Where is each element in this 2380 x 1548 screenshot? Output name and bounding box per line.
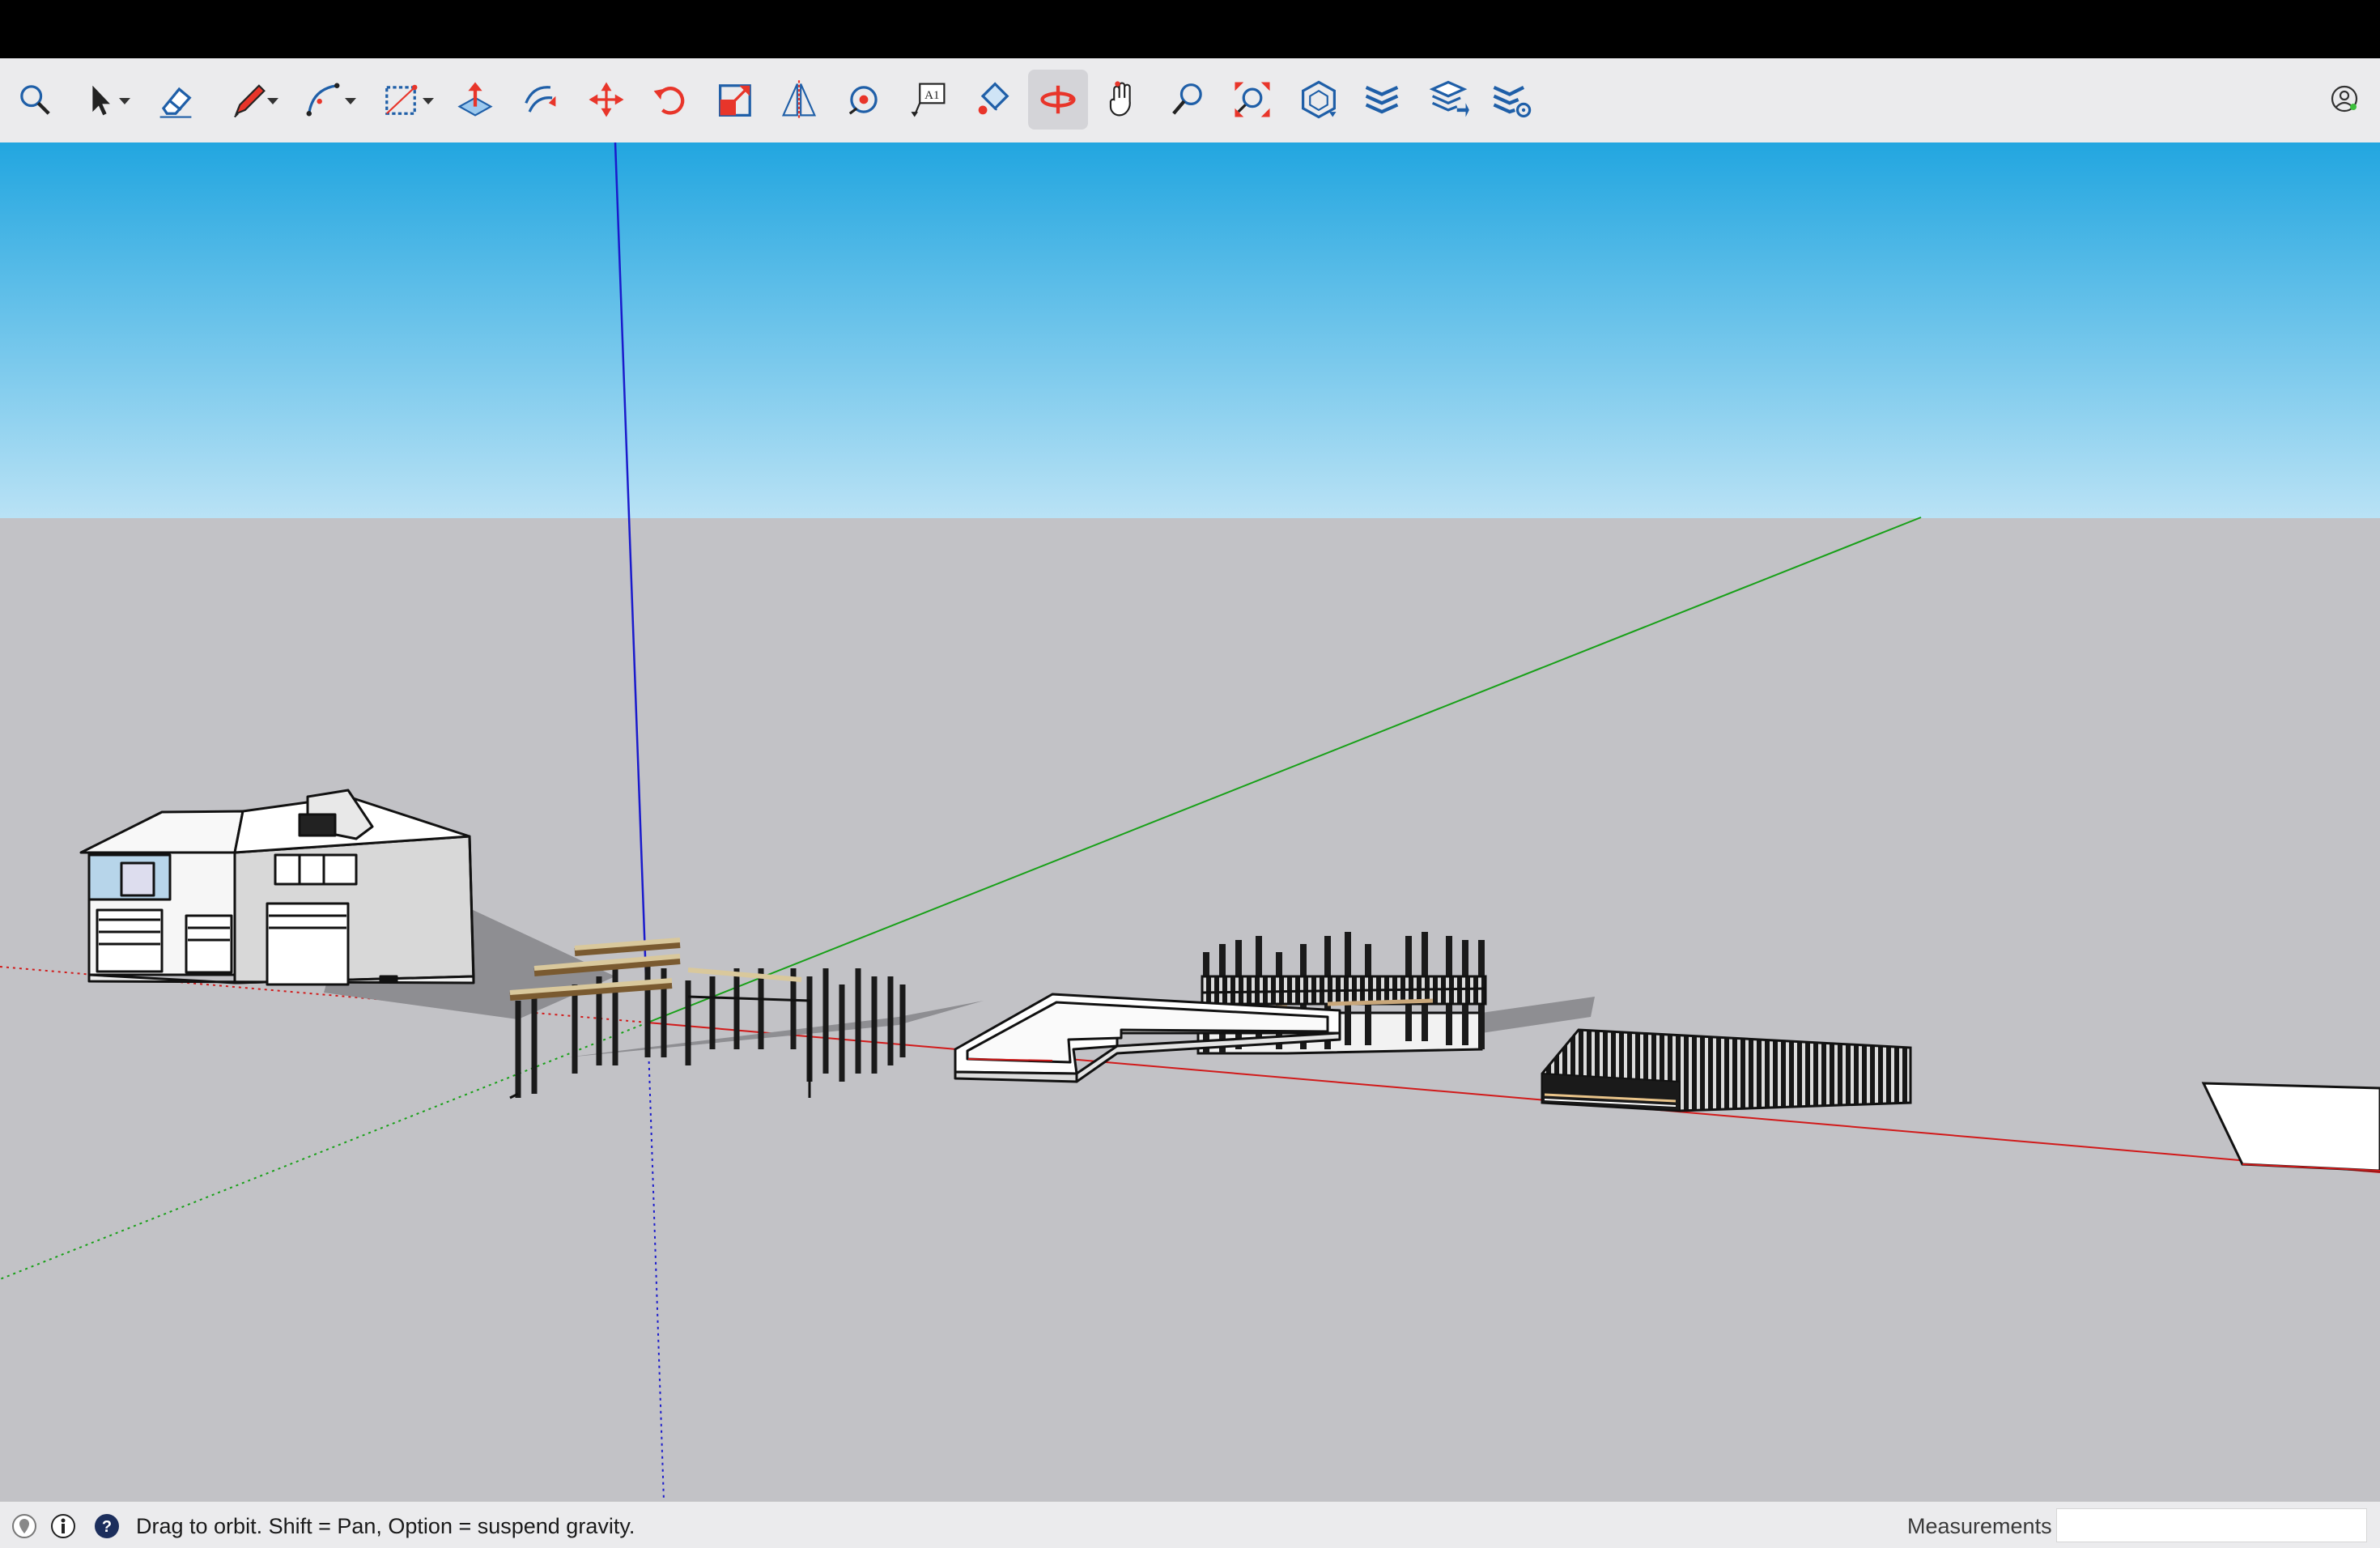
- help-icon[interactable]: ?: [94, 1513, 120, 1539]
- push-pull-button[interactable]: [445, 70, 505, 130]
- eraser-icon: [159, 87, 192, 118]
- account-button[interactable]: [2318, 73, 2370, 125]
- paint-bucket-button[interactable]: [963, 70, 1023, 130]
- credits-icon[interactable]: [50, 1513, 76, 1539]
- status-hint-text: Drag to orbit. Shift = Pan, Option = sus…: [136, 1514, 635, 1538]
- rotate-button[interactable]: [640, 70, 699, 130]
- svg-text:?: ?: [102, 1518, 112, 1536]
- tape-measure-icon: [848, 86, 878, 115]
- scale-button[interactable]: [706, 70, 766, 130]
- flip-icon: [781, 80, 817, 119]
- measurements-input[interactable]: [2056, 1508, 2367, 1542]
- extension-warehouse-button[interactable]: [1352, 70, 1412, 130]
- eraser-button[interactable]: [146, 70, 206, 130]
- status-bar: ? Drag to orbit. Shift = Pan, Option = s…: [0, 1501, 2380, 1548]
- 3d-warehouse-icon: [1302, 80, 1337, 119]
- extension-warehouse-icon: [1365, 85, 1399, 114]
- rectangle-tool-icon: [385, 84, 418, 115]
- pan-button[interactable]: [1093, 70, 1153, 130]
- sky: [0, 142, 2380, 518]
- flip-button[interactable]: [769, 70, 829, 130]
- extension-manager-button[interactable]: [1481, 70, 1541, 130]
- 3d-warehouse-button[interactable]: [1289, 70, 1349, 130]
- main-toolbar: A1: [0, 58, 2380, 143]
- measurements-label: Measurements: [1907, 1514, 2052, 1538]
- line-tool-icon: [234, 84, 266, 118]
- geo-location-icon[interactable]: [11, 1513, 37, 1539]
- zoom-icon: [1172, 83, 1202, 115]
- scale-icon: [719, 84, 751, 117]
- pan-icon: [1109, 81, 1131, 117]
- search-button[interactable]: [5, 70, 65, 130]
- text-label-icon: A1: [911, 83, 946, 117]
- modeling-viewport[interactable]: [0, 142, 2380, 1501]
- select-tool-icon: [92, 85, 110, 116]
- paint-bucket-icon: [978, 82, 1009, 115]
- layout-send-icon: [1429, 80, 1469, 117]
- arc-tool-icon: [306, 83, 340, 117]
- orbit-icon: [1040, 85, 1076, 114]
- zoom-extents-button[interactable]: [1222, 70, 1282, 130]
- offset-icon: [525, 86, 556, 113]
- orbit-button[interactable]: [1028, 70, 1088, 130]
- offset-button[interactable]: [510, 70, 570, 130]
- dropdown-caret-icon[interactable]: [421, 96, 436, 107]
- move-icon: [589, 82, 624, 117]
- dropdown-caret-icon[interactable]: [117, 96, 132, 107]
- move-button[interactable]: [576, 70, 636, 130]
- account-icon: [2331, 85, 2358, 113]
- dropdown-caret-icon[interactable]: [266, 96, 280, 107]
- text-label-button[interactable]: A1: [899, 70, 958, 130]
- search-icon: [20, 85, 50, 115]
- extension-manager-icon: [1493, 85, 1532, 118]
- menu-bar-strip: [0, 0, 2380, 58]
- dropdown-caret-icon[interactable]: [343, 96, 358, 107]
- layout-send-button[interactable]: [1418, 70, 1478, 130]
- svg-text:A1: A1: [924, 89, 939, 102]
- zoom-extents-icon: [1235, 82, 1270, 117]
- zoom-button[interactable]: [1158, 70, 1218, 130]
- tape-measure-button[interactable]: [834, 70, 894, 130]
- push-pull-icon: [457, 82, 493, 117]
- rotate-icon: [653, 87, 685, 115]
